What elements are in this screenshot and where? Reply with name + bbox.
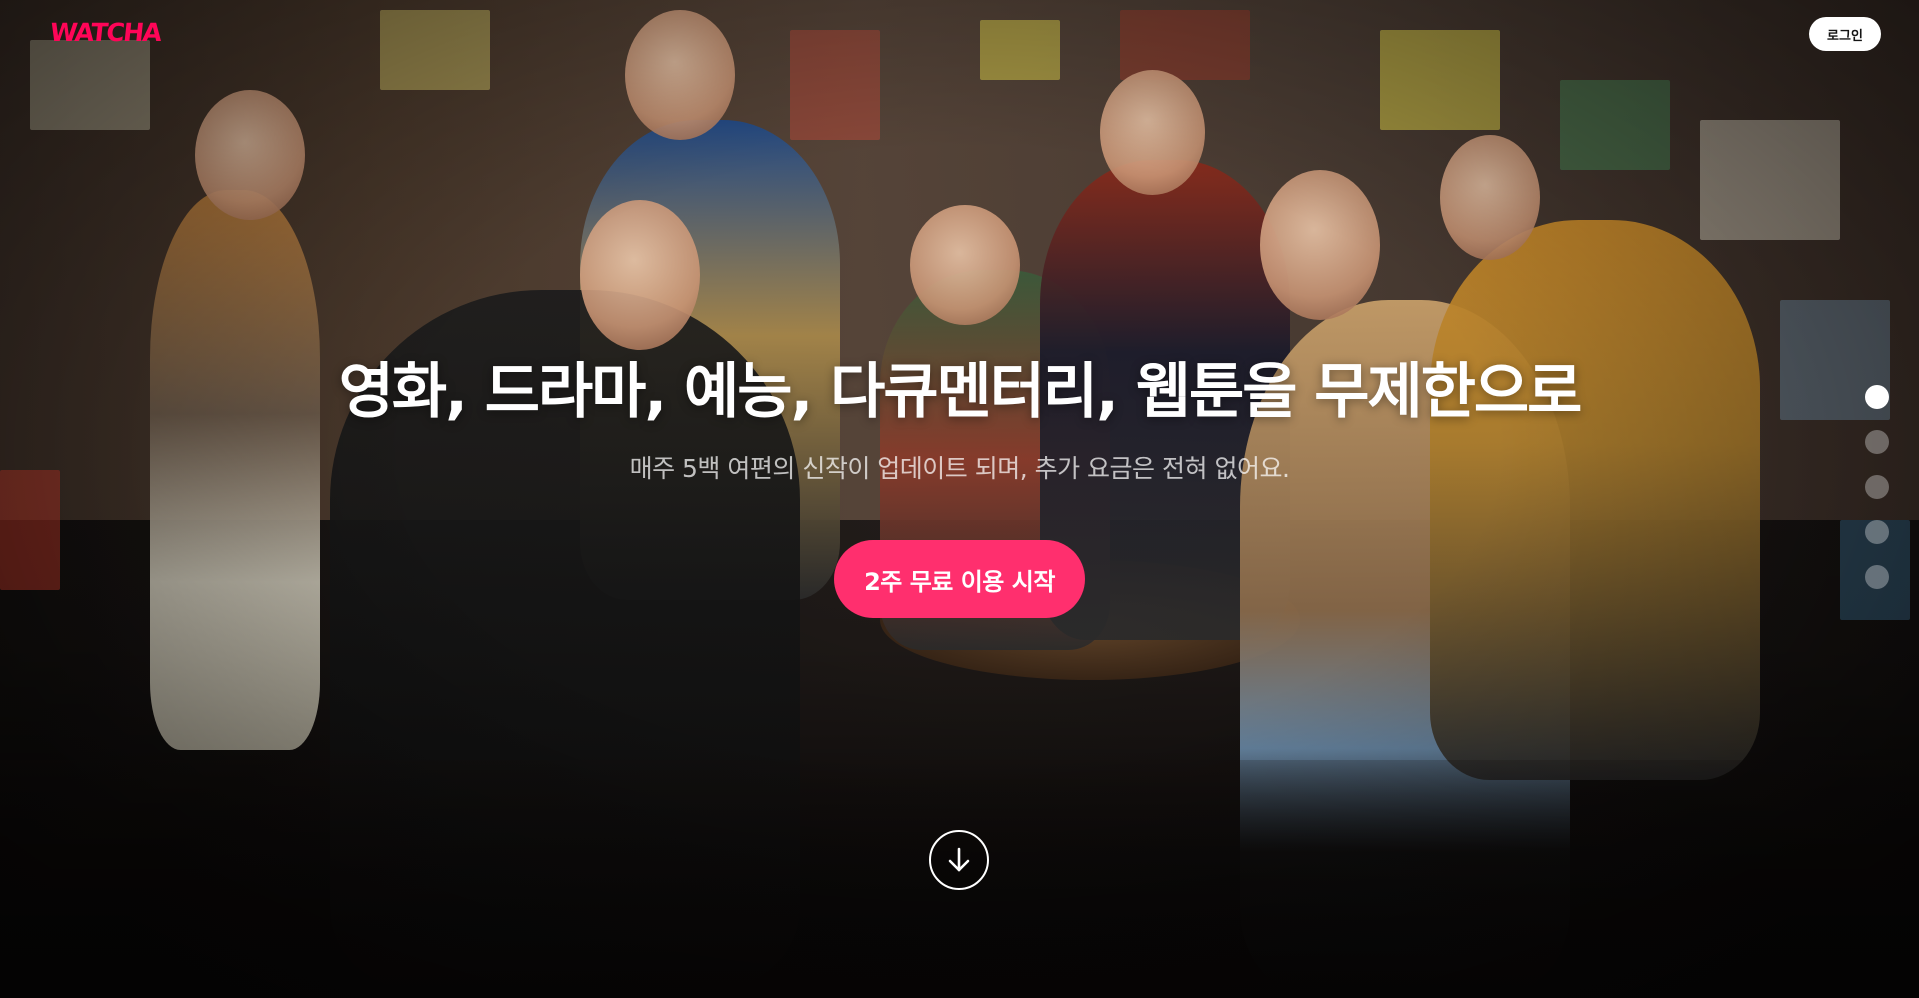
hero-title: 영화, 드라마, 예능, 다큐멘터리, 웹툰을 무제한으로 <box>338 357 1583 427</box>
pager-dot-5[interactable] <box>1865 565 1889 589</box>
pager-dot-4[interactable] <box>1865 520 1889 544</box>
pager-dot-3[interactable] <box>1865 475 1889 499</box>
hero-subtitle: 매주 5백 여편의 신작이 업데이트 되며, 추가 요금은 전혀 없어요. <box>629 454 1290 483</box>
pager-dot-2[interactable] <box>1865 430 1889 454</box>
scroll-down-button[interactable] <box>929 830 989 890</box>
hero-section: 영화, 드라마, 예능, 다큐멘터리, 웹툰을 무제한으로 매주 5백 여편의 … <box>0 350 1919 618</box>
watcha-logo[interactable]: WATCHA <box>48 18 162 47</box>
arrow-down-icon <box>948 847 970 872</box>
pager-dot-1[interactable] <box>1865 385 1889 409</box>
landing-page: WATCHA 로그인 영화, 드라마, 예능, 다큐멘터리, 웹툰을 무제한으로… <box>0 0 1919 998</box>
free-trial-button[interactable]: 2주 무료 이용 시작 <box>834 540 1085 618</box>
login-button[interactable]: 로그인 <box>1809 17 1881 51</box>
section-pagination <box>1865 385 1889 589</box>
